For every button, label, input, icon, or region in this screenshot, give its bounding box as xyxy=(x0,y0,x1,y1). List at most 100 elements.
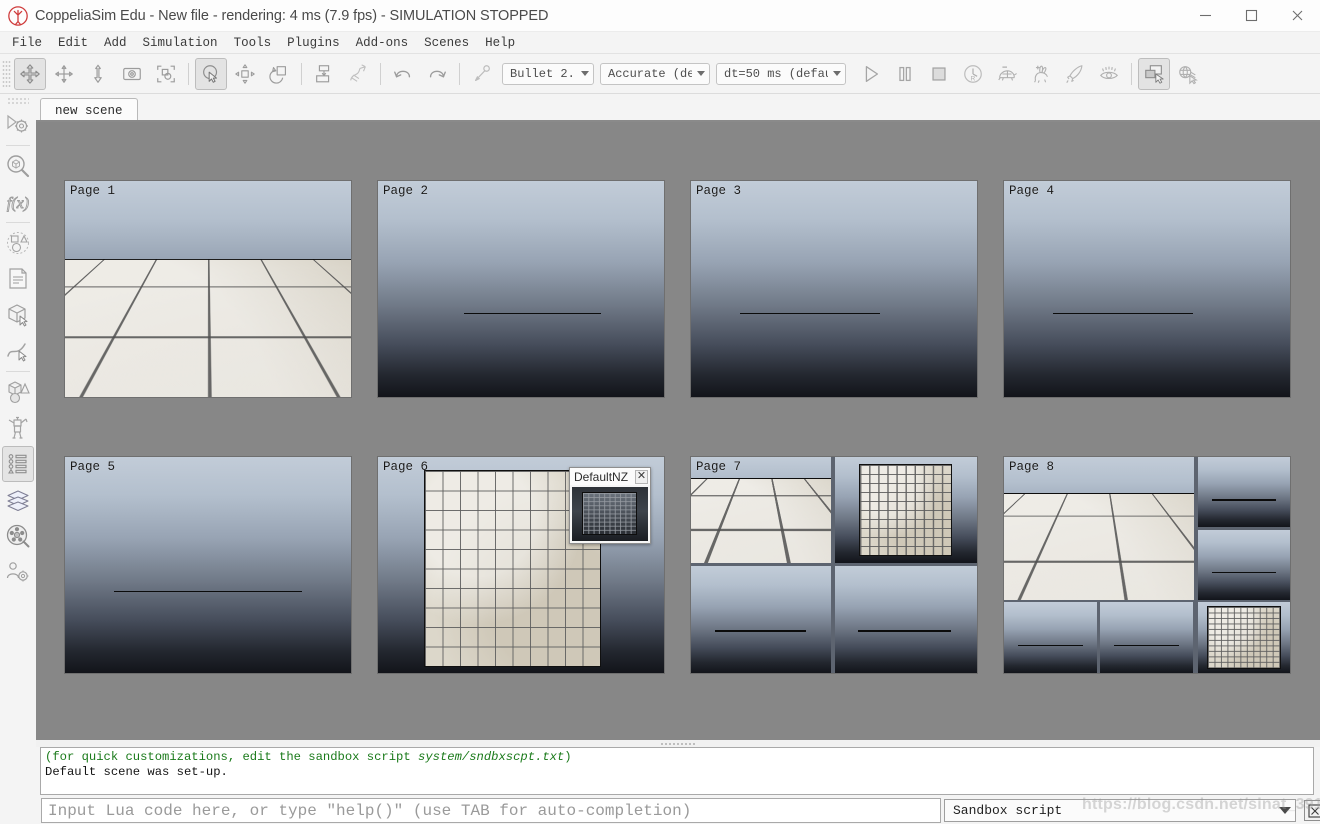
view-pane-bottom-center[interactable] xyxy=(1100,602,1194,673)
play-icon xyxy=(865,65,879,82)
simulation-timestep-select[interactable]: dt=50 ms (defau xyxy=(716,62,846,85)
page-thumbnail-8[interactable]: Page 8 xyxy=(1003,456,1291,674)
object-rotate-button[interactable] xyxy=(48,58,80,90)
page-thumbnail-5[interactable]: Page 5 xyxy=(64,456,352,674)
move-selection-button[interactable] xyxy=(229,58,261,90)
view-pane-main[interactable] xyxy=(1004,457,1195,600)
floating-view-window[interactable]: DefaultNZ ✕ xyxy=(569,467,651,544)
view-pane[interactable] xyxy=(65,457,351,673)
speed-up-button[interactable] xyxy=(1025,58,1057,90)
page-label: Page 6 xyxy=(383,460,429,474)
page-thumbnail-2[interactable]: Page 2 xyxy=(377,180,665,398)
menu-item-tools[interactable]: Tools xyxy=(226,33,280,53)
menu-item-edit[interactable]: Edit xyxy=(50,33,96,53)
view-pane-bottom-right[interactable] xyxy=(1197,602,1290,673)
menu-item-file[interactable]: File xyxy=(4,33,50,53)
slow-down-button[interactable] xyxy=(991,58,1023,90)
page-thumbnail-1[interactable]: Page 1 xyxy=(64,180,352,398)
rotate-selection-button[interactable] xyxy=(263,58,295,90)
status-console[interactable]: (for quick customizations, edit the sand… xyxy=(40,747,1314,795)
camera-shift-button[interactable] xyxy=(116,58,148,90)
sidebar-item-model-browser[interactable] xyxy=(2,374,34,410)
curve-cursor-icon xyxy=(7,343,27,362)
minimize-button[interactable] xyxy=(1182,0,1228,32)
script-target-select[interactable]: Sandbox script xyxy=(944,799,1296,822)
sidebar-item-scene-hierarchy[interactable] xyxy=(2,446,34,482)
sidebar-item-calculation-modules[interactable]: f(x) xyxy=(2,184,34,220)
redo-button[interactable] xyxy=(421,58,453,90)
menu-item-add[interactable]: Add xyxy=(96,33,135,53)
floating-window-titlebar[interactable]: DefaultNZ ✕ xyxy=(570,468,650,485)
play-gear-icon xyxy=(7,114,28,133)
view-pane-bottom-left[interactable] xyxy=(1004,602,1097,673)
menu-item-help[interactable]: Help xyxy=(477,33,523,53)
page-thumbnail-6[interactable]: Page 6 DefaultNZ ✕ xyxy=(377,456,665,674)
view-pane[interactable] xyxy=(691,181,977,397)
console-splitter[interactable] xyxy=(36,740,1320,747)
robot-icon xyxy=(8,416,28,439)
physics-engine-select[interactable]: Bullet 2. xyxy=(502,62,594,85)
menu-item-simulation[interactable]: Simulation xyxy=(135,33,226,53)
horizon-line xyxy=(113,590,303,593)
visualization-toggle-button[interactable] xyxy=(1093,58,1125,90)
menu-item-scenes[interactable]: Scenes xyxy=(416,33,477,53)
engine-precision-select[interactable]: Accurate (def xyxy=(600,62,710,85)
stop-simulation-button[interactable] xyxy=(923,58,955,90)
view-pane-right-middle[interactable] xyxy=(1197,529,1290,600)
clear-console-button[interactable] xyxy=(1304,800,1320,821)
view-pane[interactable] xyxy=(65,181,351,397)
maximize-button[interactable] xyxy=(1228,0,1274,32)
toolbar-grip[interactable] xyxy=(2,59,11,88)
scaling-icon xyxy=(474,64,490,81)
assemble-disassemble-button[interactable] xyxy=(308,58,340,90)
sidebar-grip[interactable] xyxy=(7,97,29,105)
view-pane-right-top[interactable] xyxy=(1197,457,1290,528)
menu-item-add-ons[interactable]: Add-ons xyxy=(348,33,417,53)
pause-simulation-button[interactable] xyxy=(889,58,921,90)
scaling-button[interactable] xyxy=(466,58,498,90)
sidebar-item-video-recorder[interactable] xyxy=(2,518,34,554)
threaded-rendering-button[interactable] xyxy=(1059,58,1091,90)
lua-code-input[interactable]: Input Lua code here, or type "help()" (u… xyxy=(41,798,941,823)
sidebar-item-user-settings[interactable] xyxy=(2,554,34,590)
path-edit-button[interactable] xyxy=(342,58,374,90)
close-icon[interactable]: ✕ xyxy=(635,469,648,484)
left-sidebar: f(x) xyxy=(0,95,36,740)
page-thumbnail-3[interactable]: Page 3 xyxy=(690,180,978,398)
view-pane[interactable] xyxy=(378,181,664,397)
page-selector-button[interactable] xyxy=(1138,57,1170,90)
realtime-mode-button[interactable]: R xyxy=(957,58,989,90)
menu-item-plugins[interactable]: Plugins xyxy=(279,33,348,53)
sidebar-item-simulation-settings[interactable] xyxy=(2,107,34,143)
lua-input-placeholder: Input Lua code here, or type "help()" (u… xyxy=(48,801,692,820)
perspective-floor xyxy=(1004,493,1194,600)
sidebar-item-path-edit-mode[interactable] xyxy=(2,333,34,369)
sidebar-item-shape-edit-mode[interactable] xyxy=(2,297,34,333)
fit-to-view-button[interactable] xyxy=(150,58,182,90)
object-translate-z-button[interactable] xyxy=(82,58,114,90)
close-button[interactable] xyxy=(1274,0,1320,32)
floating-window-body[interactable] xyxy=(572,487,648,541)
click-select-button[interactable] xyxy=(195,57,227,90)
page-thumbnail-7[interactable]: Page 7 xyxy=(690,456,978,674)
scene-tab-new-scene[interactable]: new scene xyxy=(40,98,138,122)
page-thumbnail-4[interactable]: Page 4 xyxy=(1003,180,1291,398)
view-pane-bottom-left[interactable] xyxy=(691,566,832,673)
sidebar-item-collection-editor[interactable] xyxy=(2,225,34,261)
undo-button[interactable] xyxy=(387,58,419,90)
view-pane-bottom-right[interactable] xyxy=(835,566,977,673)
sidebar-item-scene-object-properties[interactable] xyxy=(2,148,34,184)
start-simulation-button[interactable] xyxy=(855,58,887,90)
view-pane[interactable] xyxy=(1004,181,1290,397)
page-selector-area[interactable]: Page 1 Page 2 Page 3 Page 4 Page 5 Page … xyxy=(36,122,1320,740)
assemble-icon xyxy=(316,64,330,82)
sidebar-item-layers[interactable] xyxy=(2,482,34,518)
view-selector-button[interactable] xyxy=(1172,58,1204,90)
object-shift-button[interactable] xyxy=(14,57,46,90)
view-pane-top-right[interactable] xyxy=(835,457,977,563)
floating-window-title: DefaultNZ xyxy=(574,469,629,484)
sidebar-item-robot-models[interactable] xyxy=(2,410,34,446)
scene-tab-label: new scene xyxy=(55,103,123,118)
sidebar-item-script-editor[interactable] xyxy=(2,261,34,297)
coppeliasim-logo-icon xyxy=(8,5,28,26)
